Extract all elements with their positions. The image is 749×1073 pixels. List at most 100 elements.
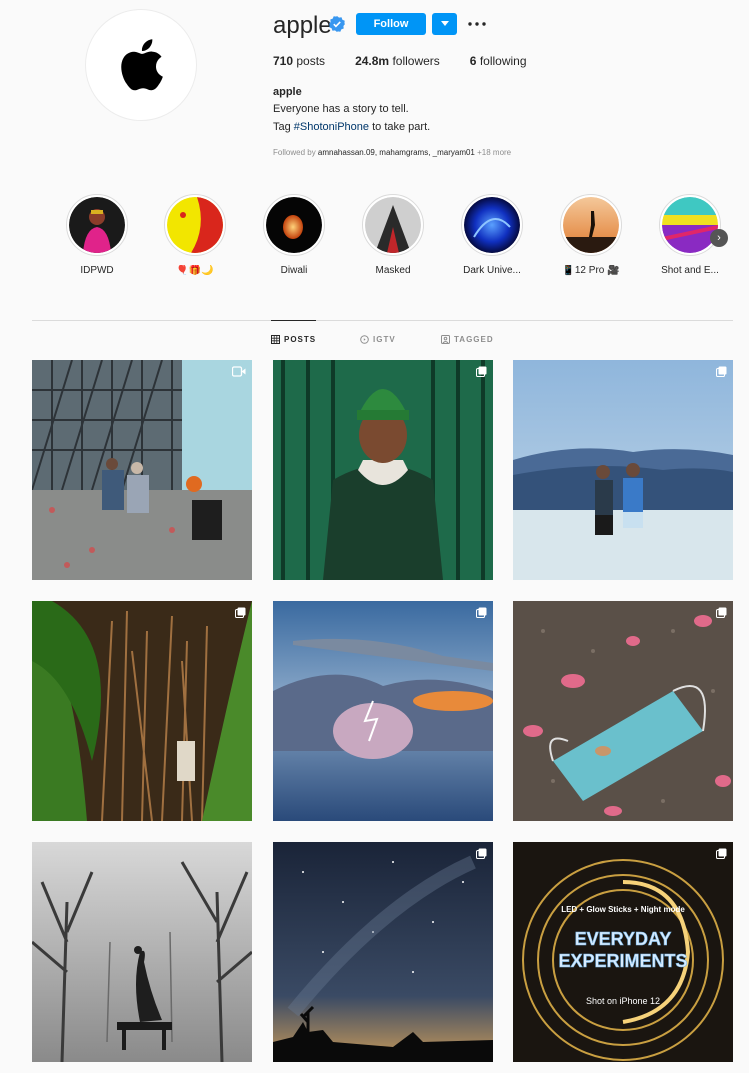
- highlight-ring: [560, 194, 622, 256]
- bio-name: apple: [273, 86, 302, 98]
- following-stat[interactable]: 6 following: [470, 54, 527, 68]
- highlight-ring: [66, 194, 128, 256]
- post-thumbnail[interactable]: [273, 601, 493, 821]
- bio-line-2-suffix: to take part.: [369, 121, 431, 133]
- post-thumbnail[interactable]: [32, 360, 252, 580]
- followers-count: 24.8m: [355, 54, 390, 68]
- followed-by-more: +18 more: [474, 148, 512, 157]
- highlight-label: IDPWD: [80, 265, 114, 276]
- igtv-icon: [360, 335, 369, 344]
- multi-post-icon: [716, 366, 727, 377]
- posts-count: 710: [273, 54, 294, 68]
- highlights-next-button[interactable]: ›: [710, 229, 728, 247]
- highlight-ring: [461, 194, 523, 256]
- highlight-ring: [659, 194, 721, 256]
- highlight-thumbnail: [464, 197, 520, 253]
- followed-by[interactable]: Followed by amnahassan.09, mahamgrams, _…: [273, 148, 511, 157]
- bio-line-2-prefix: Tag: [273, 121, 294, 133]
- post-image: [273, 842, 493, 1062]
- multi-post-icon: [235, 607, 246, 618]
- tab-posts[interactable]: POSTS: [271, 335, 316, 344]
- following-count: 6: [469, 54, 477, 68]
- chevron-down-icon: [440, 21, 449, 26]
- tagged-icon: [441, 335, 450, 344]
- post-image: [32, 842, 252, 1062]
- post-image: [32, 360, 252, 580]
- post-thumbnail[interactable]: [273, 842, 493, 1062]
- verified-badge-icon: [329, 16, 345, 32]
- profile-stats: 710 posts 24.8m followers 6 following: [273, 54, 557, 68]
- post-thumbnail[interactable]: [273, 360, 493, 580]
- multi-post-icon: [476, 366, 487, 377]
- post-thumbnail[interactable]: [513, 601, 733, 821]
- post-image: LED + Glow Sticks + Night mode EVERYDAY …: [513, 842, 733, 1062]
- tabs-divider: [32, 320, 733, 321]
- post-image: [32, 601, 252, 821]
- post-image: [273, 601, 493, 821]
- followed-by-names: amnahassan.09, mahamgrams, _maryam01: [317, 148, 475, 157]
- highlight-label: Diwali: [280, 265, 308, 276]
- follow-button[interactable]: Follow: [356, 13, 426, 35]
- highlight-ring: [164, 194, 226, 256]
- tab-tagged-label: TAGGED: [454, 335, 494, 344]
- highlight-ring: [362, 194, 424, 256]
- bio-line-2: Tag #ShotoniPhone to take part.: [273, 121, 430, 133]
- posts-label: posts: [296, 54, 326, 68]
- multi-post-icon: [716, 848, 727, 859]
- tab-tagged[interactable]: TAGGED: [441, 335, 494, 344]
- highlight-ring: [263, 194, 325, 256]
- tab-igtv[interactable]: IGTV: [360, 335, 396, 344]
- bio-line-1: Everyone has a story to tell.: [273, 103, 409, 115]
- multi-post-icon: [476, 607, 487, 618]
- post-overlay-title-2: EXPERIMENTS: [558, 951, 687, 971]
- highlight-thumbnail: [167, 197, 223, 253]
- profile-avatar[interactable]: [85, 9, 197, 121]
- highlight-item[interactable]: 🎈🎁🌙: [158, 194, 232, 276]
- highlight-item[interactable]: IDPWD: [60, 194, 134, 276]
- tab-igtv-label: IGTV: [373, 335, 396, 344]
- story-highlights: IDPWD 🎈🎁🌙 Diwali Masked Dark Unive... 📱1…: [62, 194, 732, 284]
- highlight-thumbnail: [365, 197, 421, 253]
- highlight-thumbnail: [266, 197, 322, 253]
- highlight-item[interactable]: Masked: [356, 194, 430, 276]
- highlight-thumbnail: [69, 197, 125, 253]
- post-overlay-caption: Shot on iPhone 12: [586, 996, 660, 1006]
- highlight-label: 📱12 Pro 🎥: [562, 265, 620, 276]
- post-image: [513, 360, 733, 580]
- followers-stat[interactable]: 24.8m followers: [355, 54, 440, 68]
- profile-username: apple: [273, 12, 332, 39]
- post-overlay-title-1: EVERYDAY: [575, 929, 672, 949]
- highlight-item[interactable]: Diwali: [257, 194, 331, 276]
- post-image: [513, 601, 733, 821]
- highlight-label: Shot and E...: [661, 265, 719, 276]
- ellipsis-icon: [468, 22, 486, 26]
- grid-icon: [271, 335, 280, 344]
- highlight-label: 🎈🎁🌙: [176, 265, 214, 276]
- tab-posts-label: POSTS: [284, 335, 317, 344]
- highlight-label: Masked: [375, 265, 411, 276]
- followers-label: followers: [392, 54, 440, 68]
- chevron-right-icon: ›: [717, 232, 721, 244]
- post-thumbnail[interactable]: LED + Glow Sticks + Night mode EVERYDAY …: [513, 842, 733, 1062]
- more-options-button[interactable]: [467, 13, 487, 35]
- following-label: following: [479, 54, 527, 68]
- post-overlay-subtitle: LED + Glow Sticks + Night mode: [561, 905, 685, 914]
- apple-logo-icon: [121, 39, 163, 91]
- post-thumbnail[interactable]: [32, 842, 252, 1062]
- followed-by-prefix: Followed by: [273, 148, 318, 157]
- post-thumbnail[interactable]: [32, 601, 252, 821]
- multi-post-icon: [716, 607, 727, 618]
- highlight-thumbnail: [662, 197, 718, 253]
- video-icon: [232, 366, 246, 377]
- post-image: [273, 360, 493, 580]
- active-tab-indicator: [271, 320, 316, 321]
- post-thumbnail[interactable]: [513, 360, 733, 580]
- highlight-item[interactable]: 📱12 Pro 🎥: [554, 194, 628, 276]
- highlight-item[interactable]: Dark Unive...: [455, 194, 529, 276]
- highlight-label: Dark Unive...: [463, 265, 521, 276]
- hashtag-link[interactable]: #ShotoniPhone: [294, 121, 369, 133]
- suggested-dropdown-button[interactable]: [432, 13, 457, 35]
- multi-post-icon: [476, 848, 487, 859]
- posts-stat: 710 posts: [273, 54, 325, 68]
- highlight-thumbnail: [563, 197, 619, 253]
